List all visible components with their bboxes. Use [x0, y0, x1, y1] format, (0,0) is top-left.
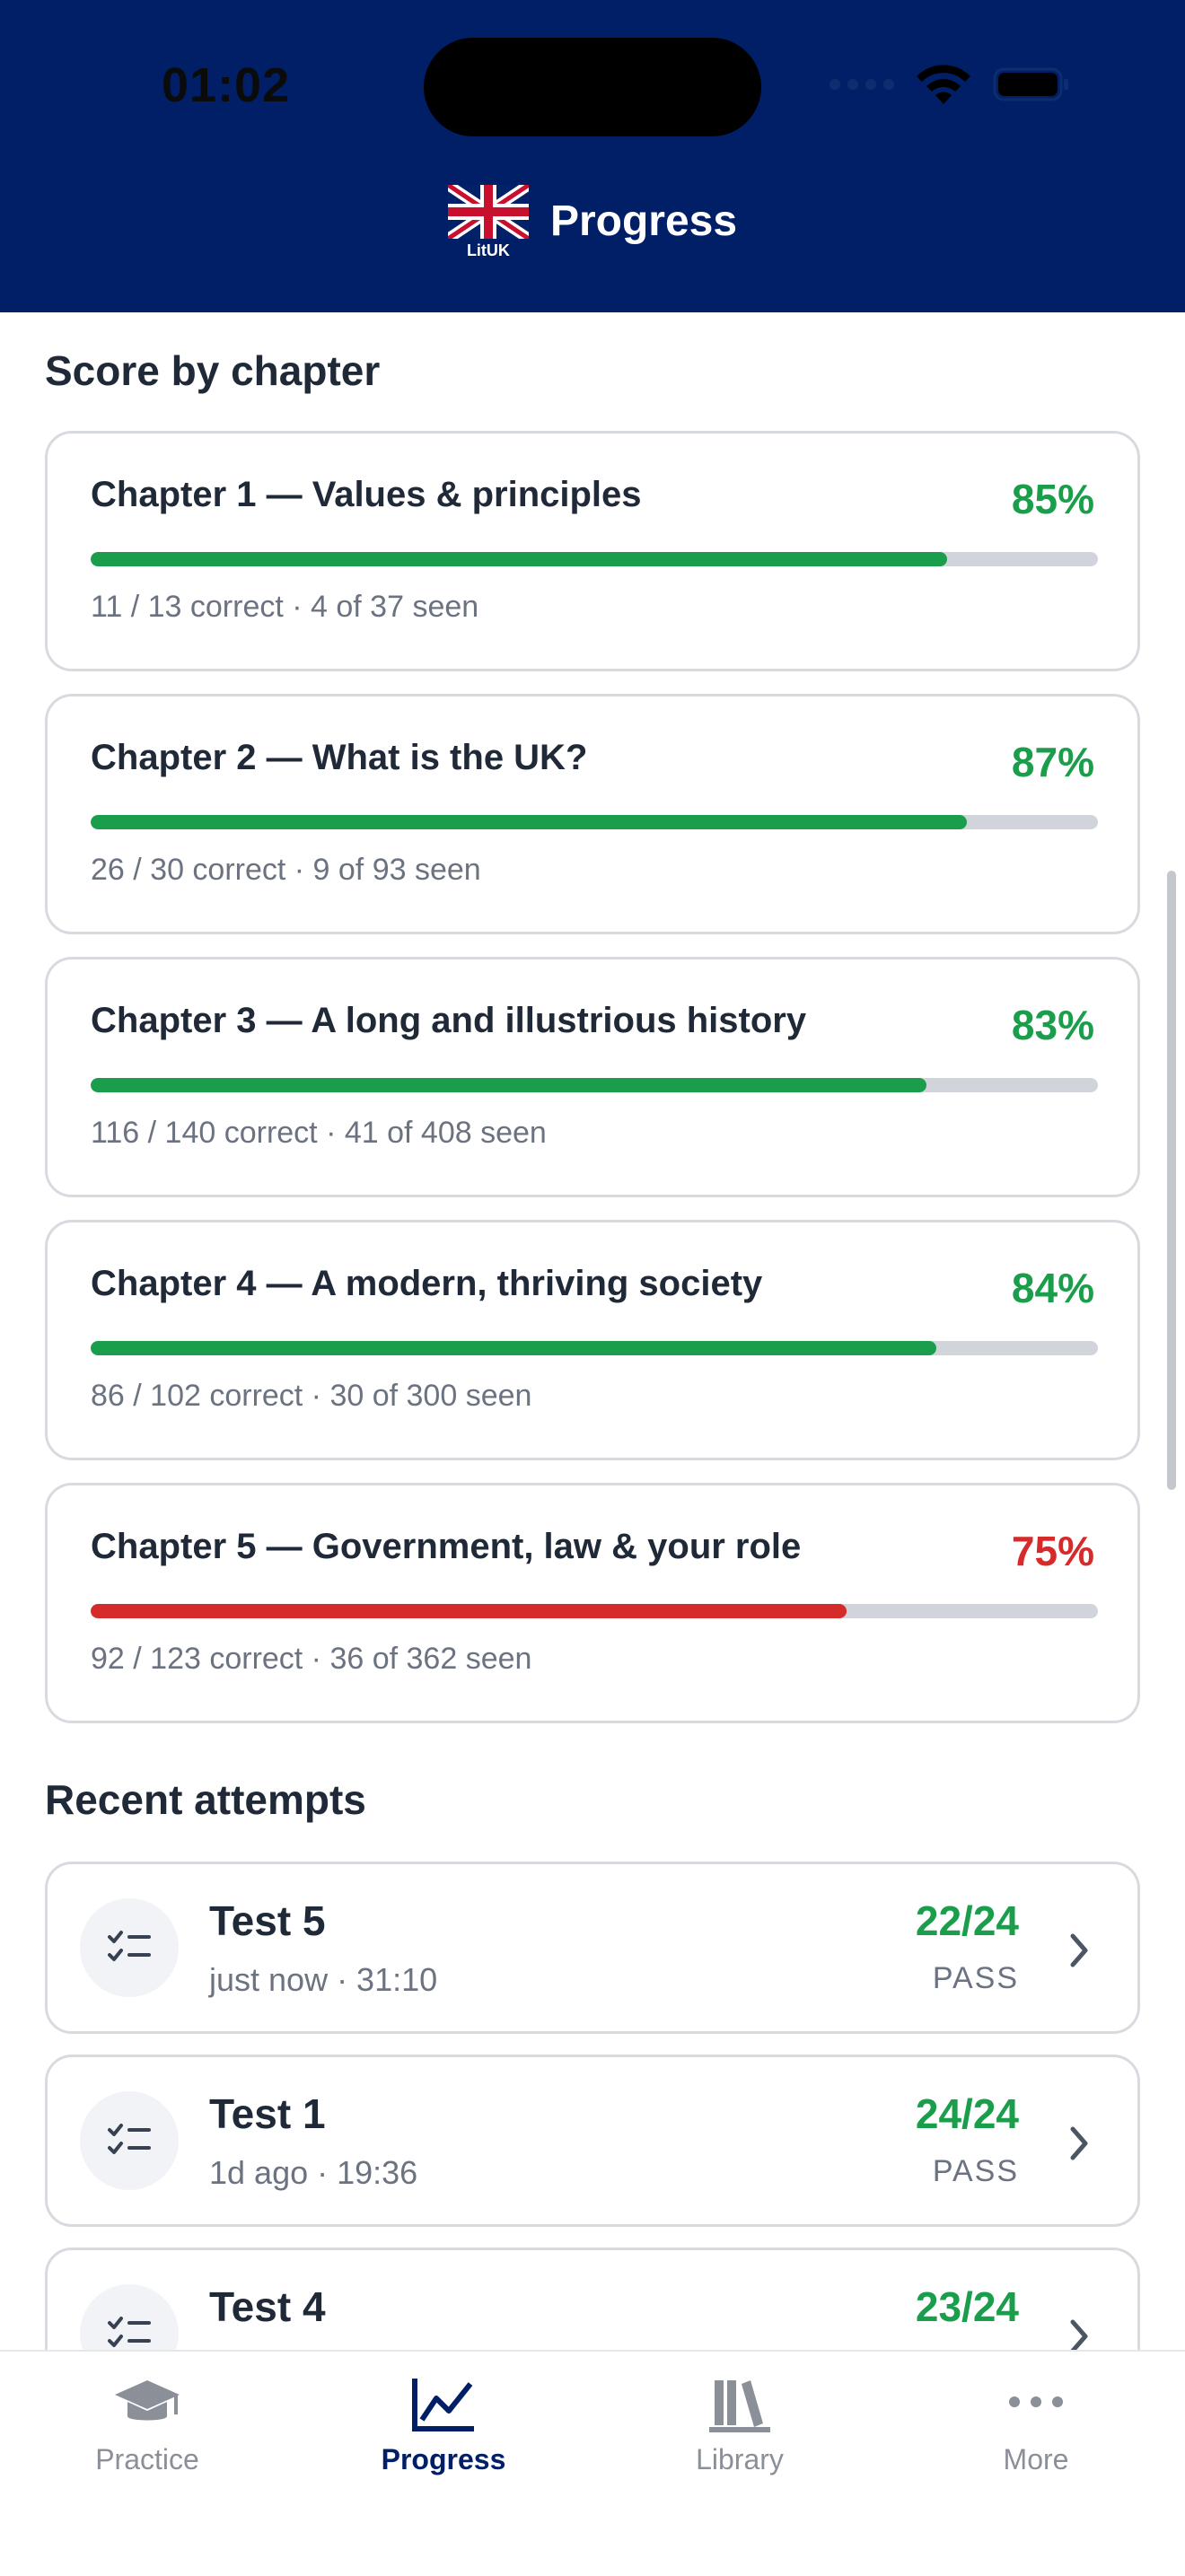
chapter-title: Chapter 3 — A long and illustrious histo… [91, 1001, 807, 1040]
chapter-stats: 92 / 123 correct · 36 of 362 seen [91, 1642, 532, 1676]
tab-library[interactable]: Library [641, 2375, 838, 2476]
tab-label: Practice [95, 2443, 199, 2475]
chapter-card[interactable]: Chapter 5 — Government, law & your role 7… [45, 1483, 1140, 1723]
status-time: 01:02 [162, 58, 291, 112]
graduation-cap-icon [115, 2380, 180, 2421]
chapter-title: Chapter 2 — What is the UK? [91, 738, 588, 777]
attempt-title: Test 4 [209, 2283, 326, 2330]
chapter-score-percent: 85% [1011, 476, 1094, 522]
chapter-card[interactable]: Chapter 2 — What is the UK? 87% 26 / 30 co… [45, 694, 1140, 934]
progress-bar-track [91, 1604, 1098, 1618]
attempt-meta: 1d ago · 19:36 [209, 2154, 418, 2191]
progress-bar-track [91, 552, 1098, 566]
chapter-title: Chapter 4 — A modern, thriving society [91, 1264, 763, 1303]
chapter-stats: 26 / 30 correct · 9 of 93 seen [91, 853, 481, 887]
tab-label: Library [696, 2443, 784, 2475]
chapter-stats: 86 / 102 correct · 30 of 300 seen [91, 1379, 532, 1413]
chapter-score-percent: 84% [1011, 1265, 1094, 1311]
tab-label: Progress [381, 2443, 506, 2475]
chapter-score-percent: 83% [1011, 1002, 1094, 1048]
chapter-score-percent: 87% [1011, 739, 1094, 785]
recent-attempts-heading: Recent attempts [45, 1776, 366, 1823]
cellular-signal-icon [830, 79, 894, 90]
chapter-title: Chapter 1 — Values & principles [91, 475, 642, 514]
scrollbar[interactable] [1167, 871, 1176, 1490]
attempt-row[interactable]: Test 1 1d ago · 19:36 24/24 PASS [45, 2055, 1140, 2227]
header-title-group: LitUK Progress [0, 180, 1185, 259]
attempt-score: 24/24 [915, 2090, 1019, 2137]
page-title: Progress [549, 197, 738, 245]
tab-label: More [1003, 2443, 1069, 2475]
progress-bar-track [91, 1341, 1098, 1355]
progress-bar-fill [91, 815, 968, 829]
chapter-title: Chapter 5 — Government, law & your role [91, 1527, 802, 1566]
more-dots-icon [1009, 2396, 1063, 2407]
progress-bar-track [91, 815, 1098, 829]
score-by-chapter-heading: Score by chapter [45, 347, 381, 394]
chapter-card[interactable]: Chapter 3 — A long and illustrious histo… [45, 957, 1140, 1197]
attempt-title: Test 1 [209, 2090, 326, 2137]
line-chart-icon [412, 2379, 474, 2431]
chapter-card[interactable]: Chapter 1 — Values & principles 85% 11 / 1… [45, 431, 1140, 671]
tab-more[interactable]: More [937, 2375, 1135, 2476]
bottom-tab-bar: Practice Progress Library More [0, 2350, 1185, 2576]
battery-icon [993, 67, 1068, 101]
wifi-icon [917, 65, 970, 104]
progress-bar-fill [91, 1604, 847, 1618]
attempt-title: Test 5 [209, 1897, 326, 1944]
progress-bar-fill [91, 552, 947, 566]
status-icons [830, 63, 1070, 106]
attempt-score: 22/24 [915, 1897, 1019, 1944]
union-jack-logo-icon: LitUK [444, 180, 532, 259]
chapter-card[interactable]: Chapter 4 — A modern, thriving society 84… [45, 1220, 1140, 1460]
progress-bar-track [91, 1078, 1098, 1092]
checklist-icon [80, 2091, 179, 2190]
progress-bar-fill [91, 1341, 937, 1355]
attempt-score: 23/24 [915, 2283, 1019, 2330]
attempt-row[interactable]: Test 5 just now · 31:10 22/24 PASS [45, 1862, 1140, 2034]
tab-practice[interactable]: Practice [48, 2375, 246, 2476]
chapter-score-percent: 75% [1011, 1528, 1094, 1574]
books-icon [709, 2380, 770, 2432]
app-header: 01:02 LitUK Progress [0, 0, 1185, 312]
dynamic-island [424, 38, 761, 136]
chapter-stats: 116 / 140 correct · 41 of 408 seen [91, 1116, 547, 1150]
chevron-right-icon[interactable] [1067, 1931, 1093, 1970]
chapter-stats: 11 / 13 correct · 4 of 37 seen [91, 590, 479, 624]
chevron-right-icon[interactable] [1067, 2124, 1093, 2163]
progress-bar-fill [91, 1078, 927, 1092]
checklist-icon [80, 1898, 179, 1997]
attempt-status: PASS [932, 1961, 1019, 1995]
logo-text: LitUK [466, 241, 510, 259]
tab-progress[interactable]: Progress [345, 2375, 542, 2476]
attempt-status: PASS [932, 2154, 1019, 2188]
attempt-meta: just now · 31:10 [209, 1961, 438, 1998]
